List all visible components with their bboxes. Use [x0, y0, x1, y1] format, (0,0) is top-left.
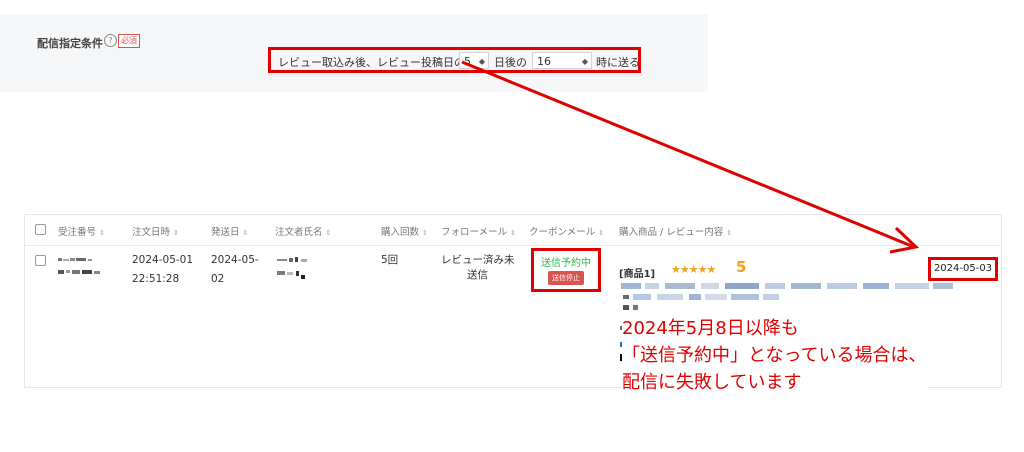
- callout-arrow: [461, 60, 920, 254]
- arrow-line: [461, 60, 915, 249]
